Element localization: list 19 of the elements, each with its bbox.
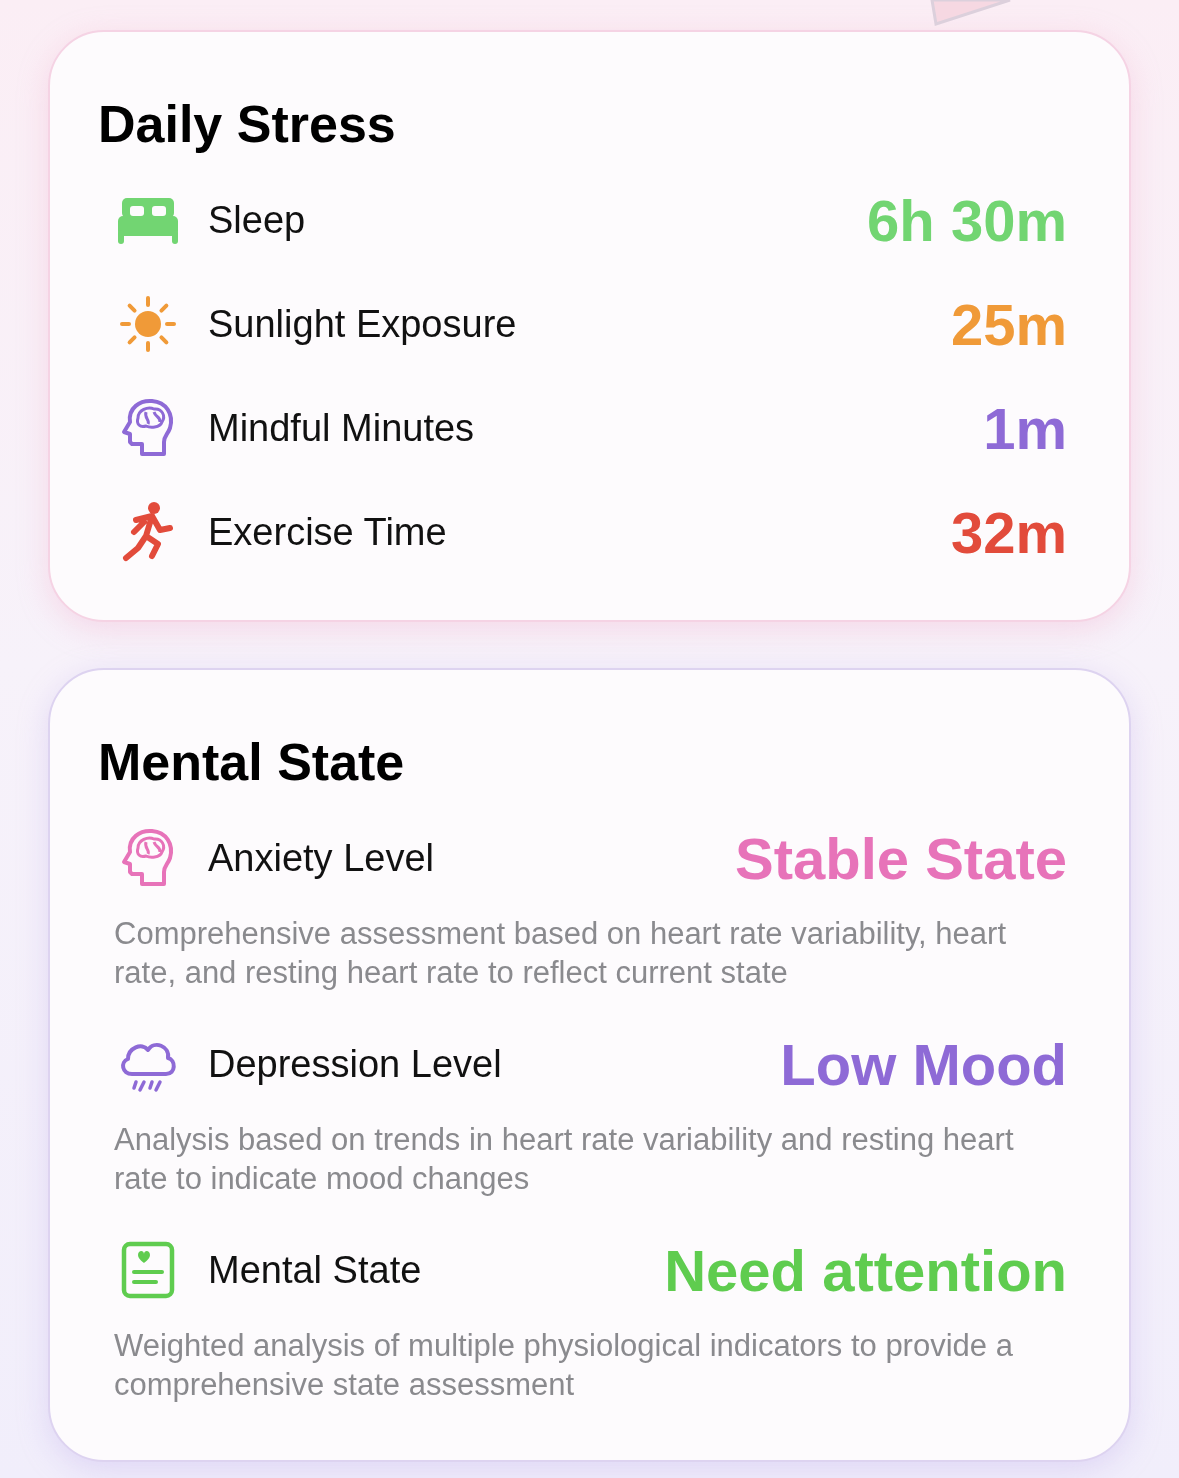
metric-description: Analysis based on trends in heart rate variability and resting heart rate to indicate mood changes (114, 1121, 1015, 1198)
metric-value: 32m (950, 498, 1067, 566)
metric-value: 1m (983, 394, 1067, 462)
metric-label: Depression Level (208, 1042, 503, 1086)
metric-label: Mental State (208, 1248, 423, 1292)
metric-label: Mindful Minutes (208, 406, 476, 450)
metric-label: Sunlight Exposure (208, 302, 518, 346)
metric-value: Low Mood (780, 1030, 1067, 1098)
card-title: Daily Stress (98, 94, 397, 154)
metric-value: Need attention (664, 1236, 1067, 1304)
metric-label: Anxiety Level (208, 836, 435, 880)
metric-description: Comprehensive assessment based on heart rate variability, heart rate, and resting heart rate to reflect current state (114, 915, 1007, 992)
metric-label: Exercise Time (208, 510, 448, 554)
card-title: Mental State (98, 732, 406, 792)
metric-label: Sleep (208, 198, 307, 242)
metric-value: 25m (950, 290, 1067, 358)
metric-value: 6h 30m (867, 186, 1067, 254)
metric-value: Stable State (735, 824, 1067, 892)
metric-description: Weighted analysis of multiple physiological indicators to provide a comprehensive state assessment (114, 1327, 1014, 1404)
